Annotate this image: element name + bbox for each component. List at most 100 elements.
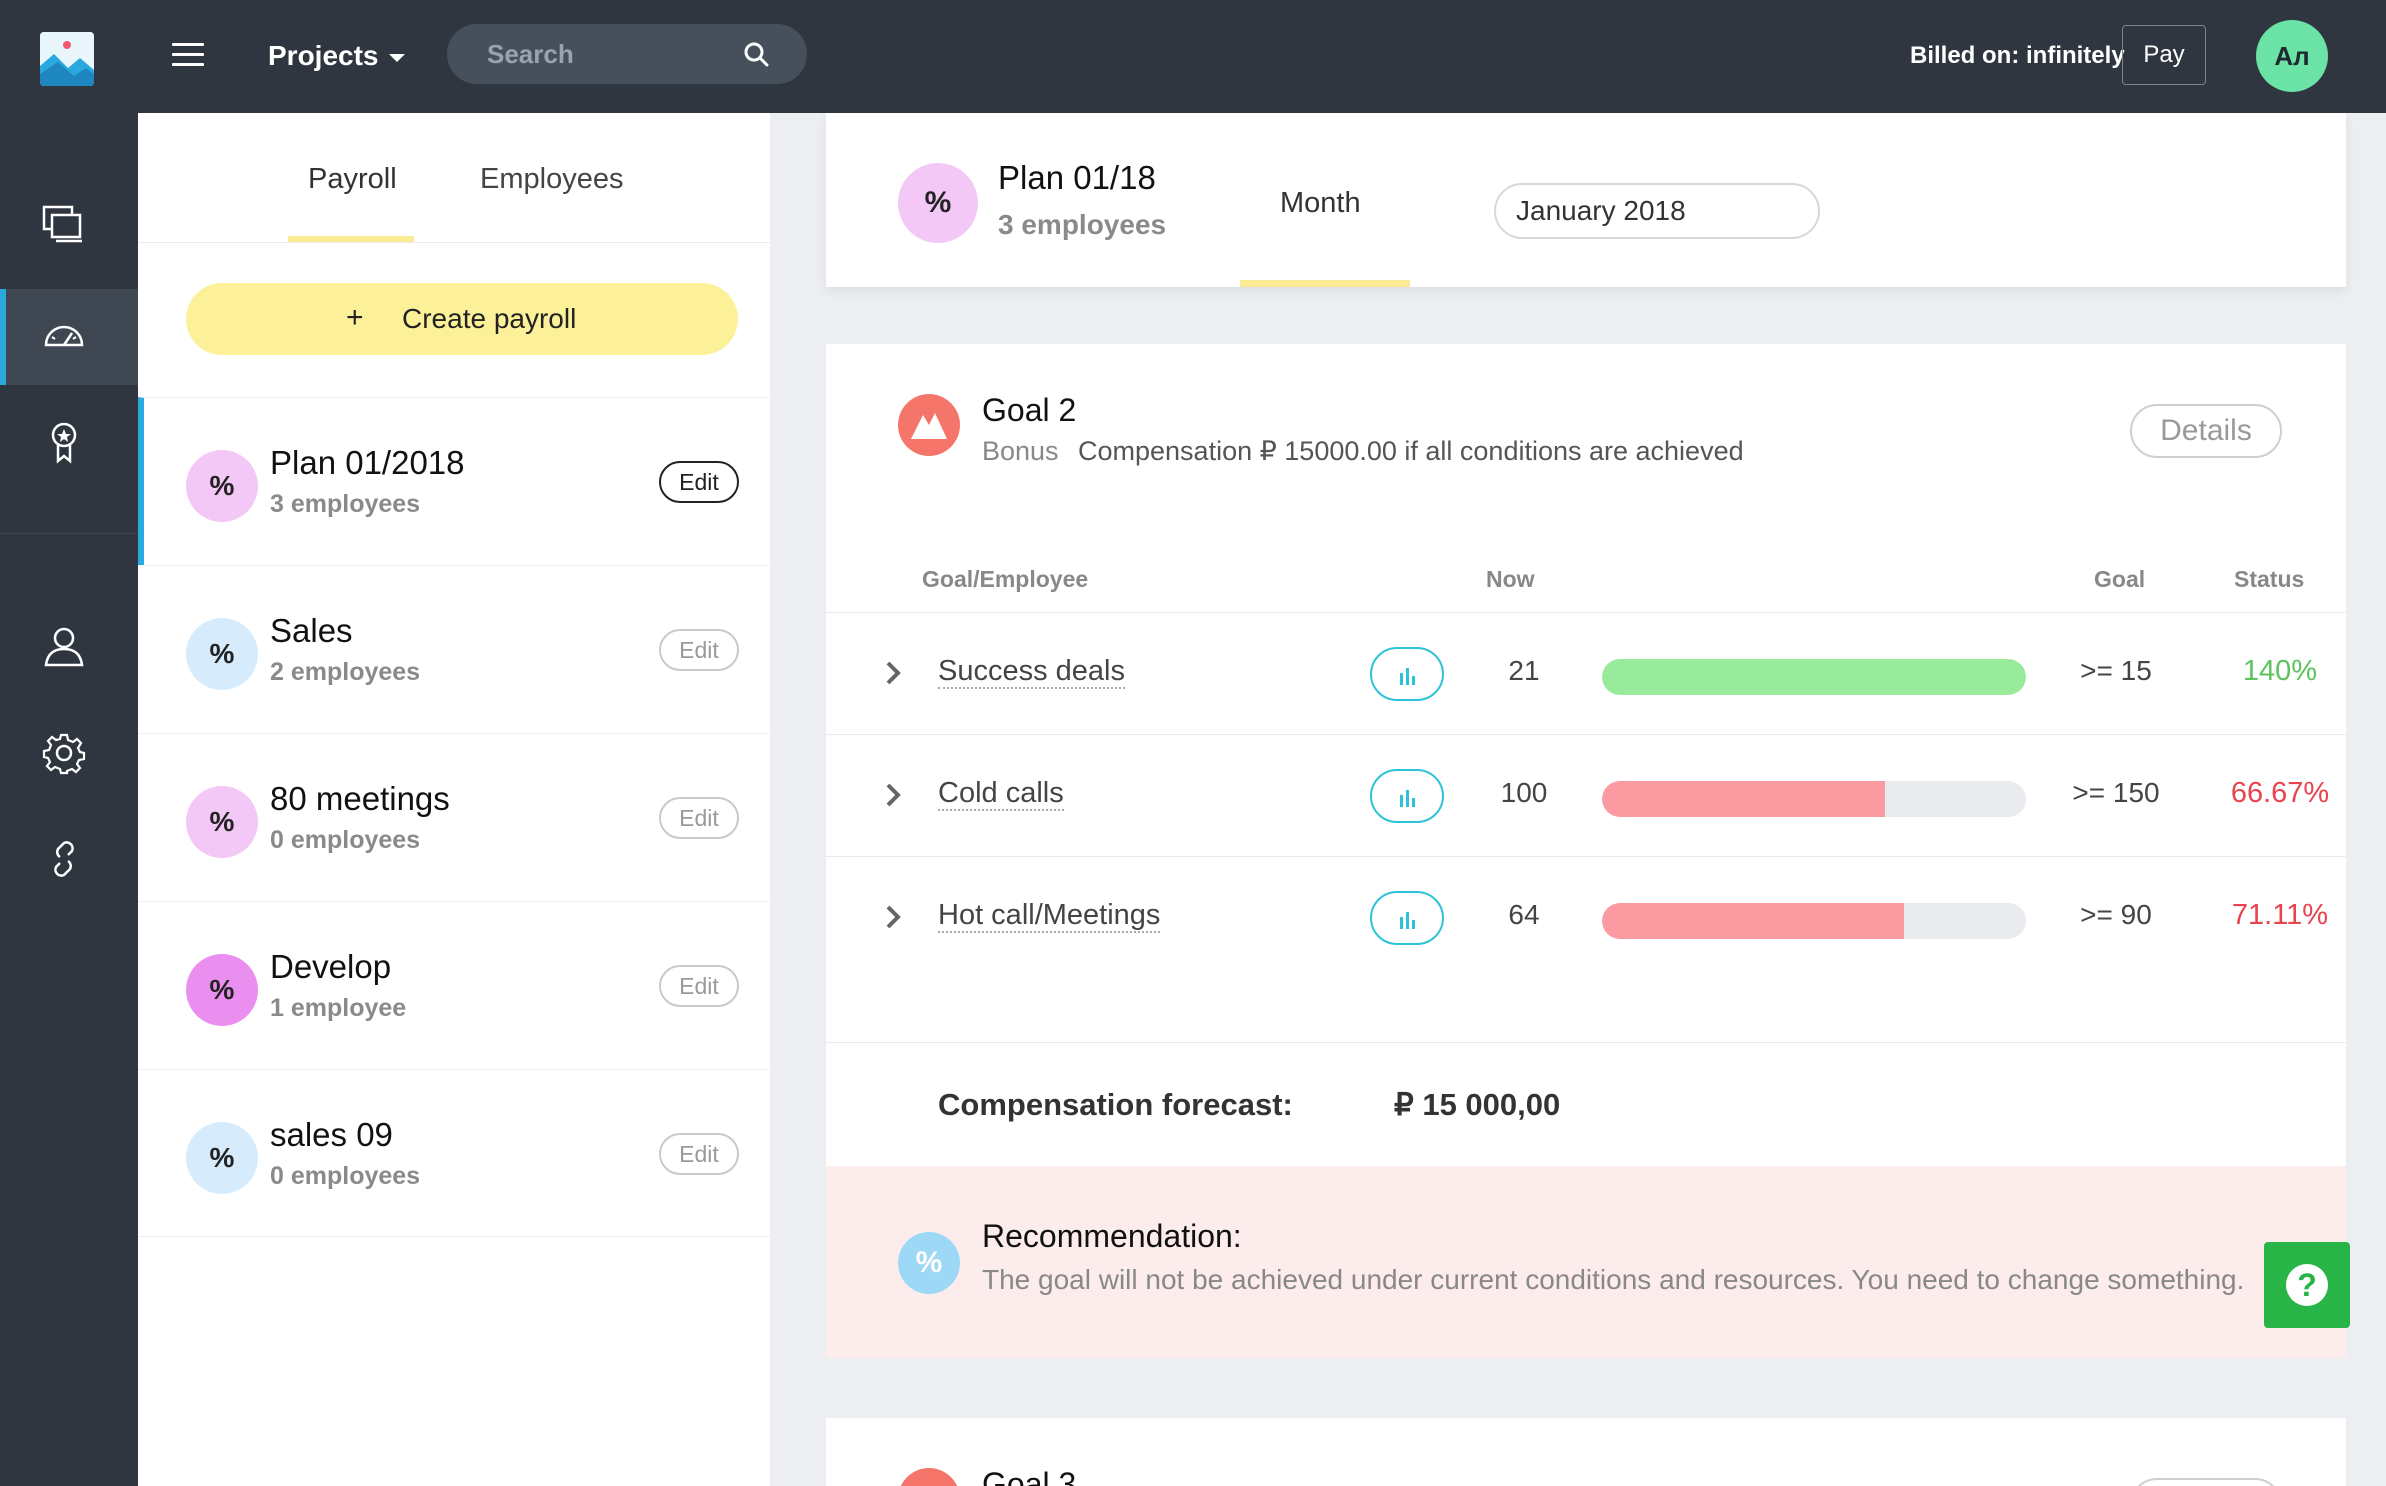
goal-value: >= 150: [2072, 777, 2160, 808]
goal-card: Goal 3: [826, 1418, 2346, 1486]
goal-title: Goal 2: [982, 392, 1077, 428]
rail-divider: [0, 533, 138, 534]
chevron-right-icon[interactable]: [884, 781, 902, 809]
search-input[interactable]: [487, 24, 747, 84]
goal-title: Goal 3: [982, 1466, 1077, 1486]
percent-icon: %: [186, 954, 258, 1026]
billing-status: Billed on: infinitely: [1910, 42, 2125, 69]
plan-employee-count: 3 employees: [270, 490, 421, 518]
rail-item-integrations[interactable]: [0, 809, 138, 905]
award-icon: [51, 422, 77, 464]
projects-label: Projects: [268, 40, 379, 71]
column-header-now: Now: [1486, 566, 1535, 592]
percent-icon: %: [898, 163, 978, 243]
period-field[interactable]: [1494, 183, 1820, 239]
mountain-icon: [898, 394, 960, 456]
details-button[interactable]: Details: [2130, 404, 2282, 458]
now-value: 100: [1500, 777, 1548, 808]
progress-bar: [1602, 659, 2026, 695]
status-value: 71.11%: [2231, 899, 2329, 931]
goal-description: Compensation ₽ 15000.00 if all condition…: [1078, 436, 1744, 466]
create-payroll-button[interactable]: + Create payroll: [186, 283, 738, 355]
progress-bar: [1602, 781, 2026, 817]
goal-row-name[interactable]: Cold calls: [938, 777, 1064, 811]
edit-plan-button[interactable]: Edit: [659, 461, 739, 503]
goal-type: Bonus: [982, 436, 1059, 466]
recommendation-box: % Recommendation: The goal will not be a…: [826, 1166, 2346, 1358]
table-row[interactable]: Hot call/Meetings 64 >= 90 71.11%: [826, 856, 2346, 978]
progress-fill: [1602, 781, 1885, 817]
column-header-status: Status: [2234, 566, 2305, 592]
percent-icon: %: [186, 618, 258, 690]
help-button[interactable]: ?: [2264, 1242, 2350, 1328]
plan-item[interactable]: % Develop 1 employee Edit: [138, 901, 770, 1069]
plan-item[interactable]: % sales 09 0 employees Edit: [138, 1069, 770, 1237]
recommendation-title: Recommendation:: [982, 1218, 1242, 1254]
rail-item-settings[interactable]: [0, 703, 138, 799]
progress-fill: [1602, 903, 1904, 939]
documents-icon: [42, 205, 82, 243]
percent-icon: %: [186, 450, 258, 522]
plan-item[interactable]: % 80 meetings 0 employees Edit: [138, 733, 770, 901]
table-row[interactable]: Success deals 21 >= 15 140%: [826, 612, 2346, 734]
goal-row-name[interactable]: Hot call/Meetings: [938, 899, 1161, 933]
plan-name: 80 meetings: [270, 780, 450, 817]
create-payroll-label: Create payroll: [402, 303, 577, 334]
chevron-right-icon[interactable]: [884, 903, 902, 931]
plan-item[interactable]: % Plan 01/2018 3 employees Edit: [138, 397, 770, 565]
rail-item-employees[interactable]: [0, 597, 138, 693]
goal-value: >= 15: [2080, 655, 2152, 686]
tab-payroll[interactable]: Payroll: [308, 159, 397, 199]
forecast-value: ₽ 15 000,00: [1394, 1087, 1561, 1122]
gear-icon: [42, 733, 86, 775]
recommendation-text: The goal will not be achieved under curr…: [982, 1264, 2245, 1295]
tab-employees[interactable]: Employees: [480, 159, 623, 199]
caret-down-icon: [388, 53, 405, 62]
forecast-label: Compensation forecast:: [938, 1087, 1293, 1122]
progress-bar: [1602, 903, 2026, 939]
avatar[interactable]: Ал: [2256, 20, 2328, 92]
percent-icon: %: [898, 1232, 960, 1294]
left-rail: [0, 113, 138, 1486]
chevron-right-icon[interactable]: [884, 659, 902, 687]
tab-active-indicator: [288, 236, 414, 242]
plan-header-card: % Plan 01/18 3 employees Month: [826, 113, 2346, 287]
edit-plan-button[interactable]: Edit: [659, 965, 739, 1007]
bar-chart-icon: [1400, 668, 1415, 685]
dashboard-icon: [44, 325, 84, 347]
rail-item-documents[interactable]: [0, 177, 138, 273]
plan-employee-count: 0 employees: [270, 1162, 421, 1190]
now-value: 21: [1508, 655, 1540, 686]
pay-button[interactable]: Pay: [2122, 25, 2206, 85]
now-value: 64: [1508, 899, 1540, 930]
tab-active-indicator: [1240, 280, 1410, 287]
plan-employee-count: 3 employees: [998, 209, 1167, 240]
link-icon: [54, 841, 74, 877]
bar-chart-icon: [1400, 912, 1415, 929]
column-header-goal-employee: Goal/Employee: [922, 566, 1089, 592]
mountain-icon: [898, 1468, 960, 1486]
edit-plan-button[interactable]: Edit: [659, 1133, 739, 1175]
bar-chart-icon: [1400, 790, 1415, 807]
plan-item[interactable]: % Sales 2 employees Edit: [138, 565, 770, 733]
column-header-goal: Goal: [2094, 566, 2146, 592]
table-row[interactable]: Cold calls 100 >= 150 66.67%: [826, 734, 2346, 856]
plan-name: Plan 01/2018: [270, 444, 465, 481]
edit-plan-button[interactable]: Edit: [659, 629, 739, 671]
projects-dropdown[interactable]: Projects: [268, 36, 405, 76]
rail-item-dashboard[interactable]: [0, 289, 138, 385]
tab-month[interactable]: Month: [1280, 187, 1361, 220]
menu-icon[interactable]: [172, 43, 204, 69]
goal-row-name[interactable]: Success deals: [938, 655, 1125, 689]
compensation-forecast-row: Compensation forecast: ₽ 15 000,00: [826, 1042, 2346, 1166]
rail-item-awards[interactable]: [0, 393, 138, 489]
search-icon[interactable]: [743, 41, 769, 67]
details-button[interactable]: [2130, 1478, 2282, 1486]
goal-card: Goal 2 Bonus Compensation ₽ 15000.00 if …: [826, 344, 2346, 1358]
edit-plan-button[interactable]: Edit: [659, 797, 739, 839]
app-logo[interactable]: [40, 32, 94, 86]
question-icon: ?: [2286, 1264, 2328, 1306]
search-box[interactable]: [447, 24, 807, 84]
plan-employee-count: 1 employee: [270, 994, 407, 1022]
plan-employee-count: 0 employees: [270, 826, 421, 854]
